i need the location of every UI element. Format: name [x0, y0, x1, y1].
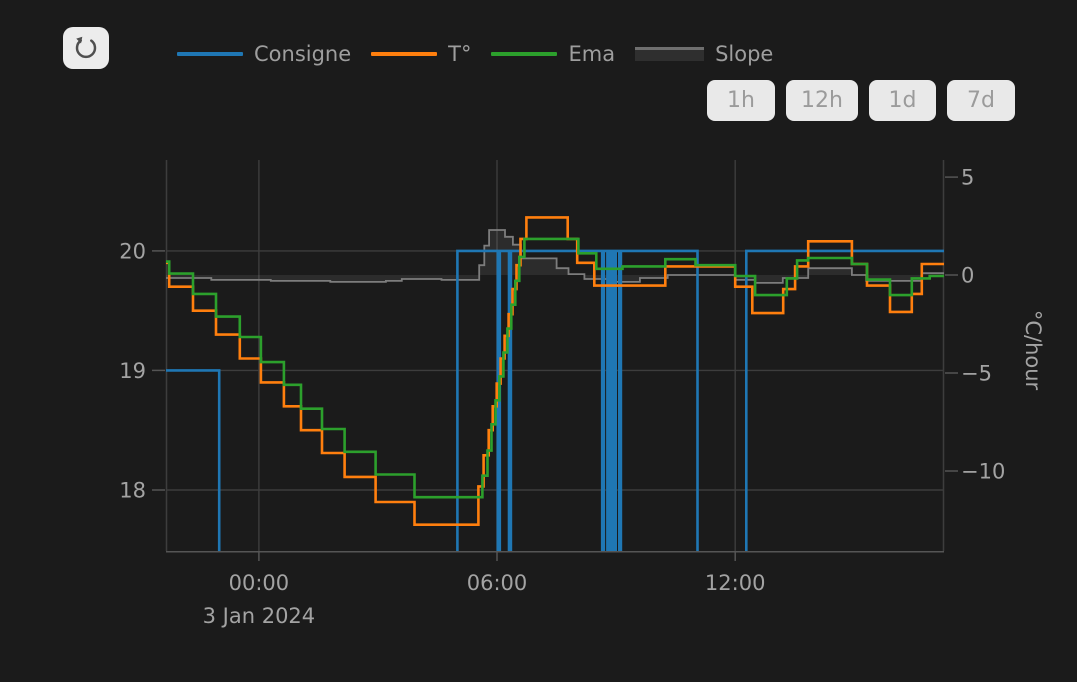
y-left-tick-label: 20 [119, 239, 146, 263]
axis-labels: 20 19 18 5 0 −5 −10 00:00 06:00 12:00 3 Jan 2024 °C… [119, 166, 1045, 628]
y-right-tick-label: 5 [961, 166, 974, 190]
gridlines [166, 160, 944, 552]
chart-canvas[interactable]: 20 19 18 5 0 −5 −10 00:00 06:00 12:00 3 Jan 2024 °C… [0, 0, 1077, 682]
temperature-dashboard: Consigne T° Ema Slope 1h 12h 1d 7d 20191… [0, 0, 1077, 682]
y-right-tick-label: 0 [961, 264, 974, 288]
x-axis-date-label: 3 Jan 2024 [203, 604, 316, 628]
x-tick-label: 00:00 [229, 571, 290, 595]
chart-series [166, 217, 944, 609]
x-tick-label: 06:00 [467, 571, 528, 595]
x-tick-label: 12:00 [705, 571, 766, 595]
y-right-tick-label: −5 [961, 362, 992, 386]
series-consigne [166, 251, 944, 610]
y-left-tick-label: 19 [119, 359, 146, 383]
y-right-tick-label: −10 [961, 460, 1005, 484]
y-left-tick-label: 18 [119, 479, 146, 503]
axis-ticks [152, 177, 958, 561]
y-right-axis-title: °C/hour [1021, 310, 1045, 391]
